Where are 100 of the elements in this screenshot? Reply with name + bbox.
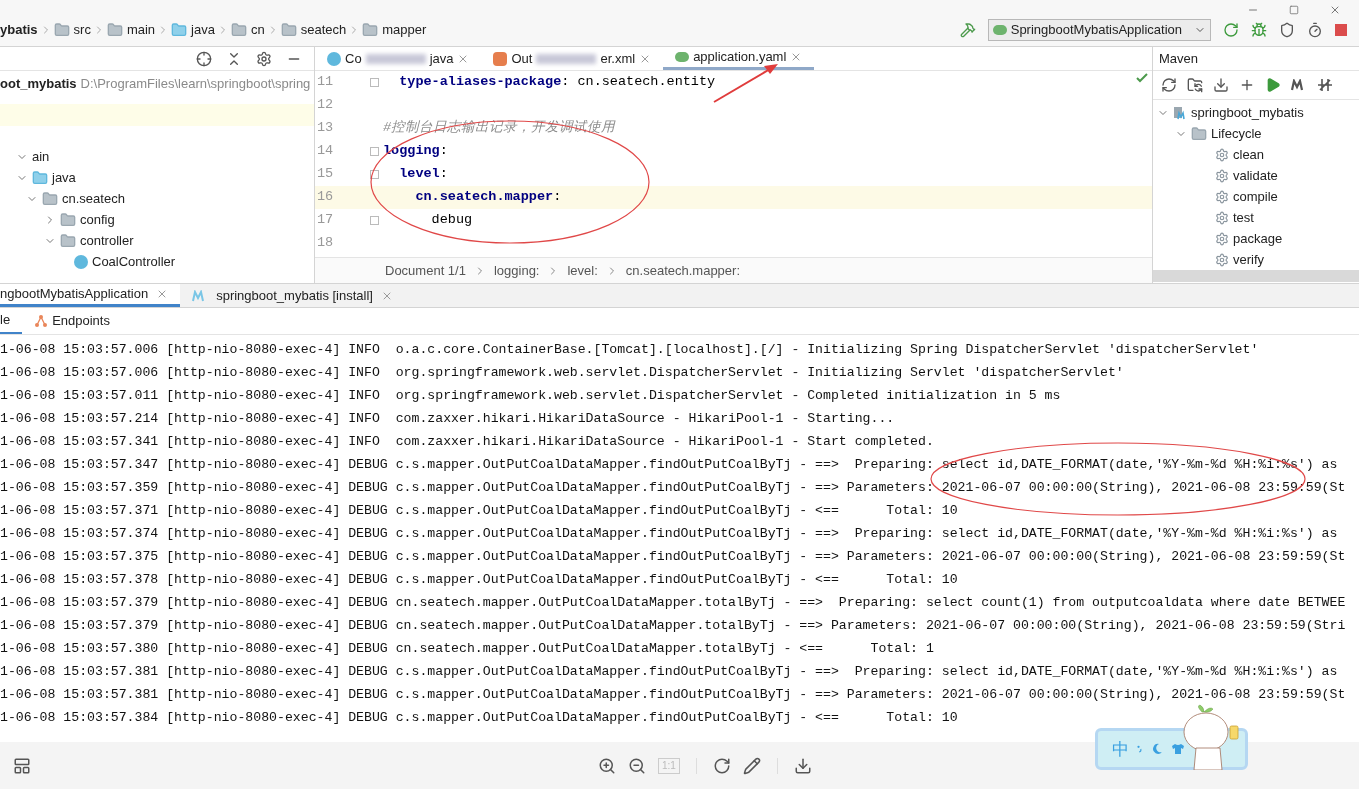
code-line: debug <box>430 211 473 230</box>
download-icon[interactable] <box>793 756 812 775</box>
folder-icon <box>106 22 123 38</box>
breadcrumb-item[interactable]: cn <box>250 20 265 40</box>
add-icon[interactable] <box>1239 77 1255 93</box>
line-number: 18 <box>316 234 335 253</box>
breadcrumb-item[interactable]: Document 1/1 <box>385 260 466 281</box>
fold-marker[interactable] <box>369 170 379 179</box>
tree-item[interactable]: test <box>1153 207 1359 228</box>
gear-icon <box>1215 189 1229 204</box>
close-icon[interactable] <box>1329 4 1341 16</box>
code-line: type-aliases-package: cn.seatech.entity <box>398 73 716 92</box>
settings-icon[interactable] <box>256 50 272 67</box>
gear-icon <box>1215 210 1229 225</box>
tree-item[interactable]: CoalController <box>0 251 314 272</box>
run-tab[interactable]: springboot_mybatis [install] <box>180 284 405 307</box>
class-icon <box>74 254 88 269</box>
gear-icon <box>1215 231 1229 246</box>
log-line: 1-06-08 15:03:57.378 [http-nio-8080-exec-4] DEBUG c.s.mapper.OutPutCoalDataMapper.findOutPutCoalByTj - <== Total: 10 <box>0 571 958 589</box>
line-number: 17 <box>316 211 335 230</box>
rerun-icon[interactable] <box>1223 22 1239 38</box>
folder-icon <box>32 169 48 186</box>
download-icon[interactable] <box>1213 77 1229 93</box>
project-name: oot_mybatis <box>0 74 77 93</box>
zoom-out-icon[interactable] <box>628 756 646 775</box>
fold-marker[interactable] <box>369 216 379 225</box>
project-path: D:\ProgramFiles\learn\springboot\spring <box>80 74 311 93</box>
tree-item[interactable]: cn.seatech <box>0 188 314 209</box>
line-number: 15 <box>316 165 335 184</box>
shirt-icon[interactable] <box>1171 743 1185 755</box>
tree-label: java <box>52 168 76 187</box>
gear-icon <box>1215 168 1229 183</box>
run-icon[interactable] <box>1265 77 1281 93</box>
tree-item[interactable]: springboot_mybatis <box>1153 102 1359 123</box>
breadcrumb-item[interactable]: src <box>73 20 91 40</box>
tree-item[interactable]: clean <box>1153 144 1359 165</box>
xml-file-icon <box>493 51 508 66</box>
gear-icon <box>1215 252 1229 267</box>
tree-label: config <box>80 210 115 229</box>
breadcrumb-item[interactable]: main <box>126 20 156 40</box>
refresh-icon[interactable] <box>1161 77 1177 93</box>
locate-icon[interactable] <box>196 50 212 67</box>
leaf-icon <box>675 52 690 62</box>
tree-item[interactable]: validate <box>1153 165 1359 186</box>
fold-marker[interactable] <box>369 78 379 87</box>
skip-tests-icon[interactable] <box>1317 78 1333 92</box>
folder-icon <box>280 22 297 38</box>
tree-item[interactable]: oot_mybatis D:\ProgramFiles\learn\springboot\spring <box>0 71 314 96</box>
class-icon <box>327 51 341 66</box>
editor-tab[interactable]: application.yaml <box>663 47 815 70</box>
folder-icon <box>230 22 247 38</box>
log-line: 1-06-08 15:03:57.375 [http-nio-8080-exec-4] DEBUG c.s.mapper.OutPutCoalDataMapper.findOutPutCoalByTj - ==> Parameters: 2021-06-07 00:00:00(String), 2021-06-08 23:59:59(St <box>0 548 1346 566</box>
tree-item[interactable]: config <box>0 209 314 230</box>
folder-icon <box>60 232 76 249</box>
fold-marker[interactable] <box>369 147 379 156</box>
breadcrumb-item[interactable]: cn.seatech.mapper: <box>625 260 741 281</box>
folder-icon <box>362 22 379 38</box>
tree-item[interactable]: Lifecycle <box>1153 123 1359 144</box>
log-line: 1-06-08 15:03:57.006 [http-nio-8080-exec-4] INFO o.a.c.core.ContainerBase.[Tomcat].[localhost].[/] - Initializing Spring DispatcherServlet 'dispatcherServlet' <box>0 341 1259 359</box>
blurred-text <box>365 53 426 64</box>
rotate-icon[interactable] <box>712 756 731 775</box>
run-config-dropdown[interactable]: SpringbootMybatisApplication <box>987 19 1211 41</box>
log-line: 1-06-08 15:03:57.006 [http-nio-8080-exec-4] INFO org.springframework.web.servlet.DispatcherServlet - Initializing Servlet 'dispatcherServlet' <box>0 364 1124 382</box>
log-line: 1-06-08 15:03:57.011 [http-nio-8080-exec-4] INFO org.springframework.web.servlet.DispatcherServlet - Completed initialization in 5 ms <box>0 387 1061 405</box>
maximize-icon[interactable] <box>1289 5 1299 15</box>
run-tab[interactable]: ngbootMybatisApplication <box>0 284 181 307</box>
editor-tab[interactable]: Co java <box>315 47 482 70</box>
moon-icon[interactable] <box>1151 743 1163 755</box>
line-number: 12 <box>316 96 335 115</box>
tree-item[interactable]: compile <box>1153 186 1359 207</box>
editor-tab[interactable]: Out er.xml <box>481 47 664 70</box>
tree-label: controller <box>80 231 134 250</box>
log-line: 1-06-08 15:03:57.381 [http-nio-8080-exec-4] DEBUG c.s.mapper.OutPutCoalDataMapper.findOutPutCoalByTj - ==> Parameters: 2021-06-07 00:00:00(String), 2021-06-08 23:59:59(St <box>0 686 1346 704</box>
breadcrumb-item[interactable]: java <box>191 20 215 40</box>
edit-icon[interactable] <box>742 756 761 775</box>
breadcrumb-item[interactable]: ybatis <box>0 20 38 40</box>
console-tab[interactable]: le <box>0 308 23 334</box>
tree-item[interactable]: package <box>1153 228 1359 249</box>
zoom-in-icon[interactable] <box>598 756 616 775</box>
breadcrumb-item[interactable]: level: <box>567 260 598 281</box>
tree-item[interactable]: verify <box>1153 249 1359 270</box>
log-line: 1-06-08 15:03:57.341 [http-nio-8080-exec-4] INFO com.zaxxer.hikari.HikariDataSource - HikariPool-1 - Start completed. <box>0 433 934 451</box>
breadcrumb-item[interactable]: mapper <box>382 20 427 40</box>
tree-item[interactable]: ain <box>0 146 314 167</box>
punctuation-icon[interactable] <box>1137 745 1143 753</box>
breadcrumb-item[interactable]: seatech <box>300 20 347 40</box>
hammer-icon[interactable] <box>959 22 976 38</box>
layout-icon[interactable] <box>13 756 31 775</box>
breadcrumb-item[interactable]: logging: <box>493 260 540 281</box>
folder-icon <box>53 22 70 38</box>
debug-icon[interactable] <box>1251 22 1267 38</box>
log-line: 1-06-08 15:03:57.374 [http-nio-8080-exec-4] DEBUG c.s.mapper.OutPutCoalDataMapper.findOutPutCoalByTj - ==> Preparing: select id,DATE_FORMAT(date,'%Y-%m-%d %H:%i:%s') as <box>0 525 1338 543</box>
blurred-text <box>536 53 597 64</box>
console-tab[interactable]: Endpoints <box>22 308 122 334</box>
tree-item[interactable]: controller <box>0 230 314 251</box>
tree-item[interactable]: java <box>0 167 314 188</box>
folder-sync-icon[interactable] <box>1187 77 1203 93</box>
log-line: 1-06-08 15:03:57.379 [http-nio-8080-exec-4] DEBUG cn.seatech.mapper.OutPutCoalDataMapper.totalByTj - ==> Parameters: 2021-06-07 00:00:00(String), 2021-06-08 23:59:59(Stri <box>0 617 1346 635</box>
tree-label: CoalController <box>92 252 176 271</box>
folder-icon <box>42 190 58 207</box>
